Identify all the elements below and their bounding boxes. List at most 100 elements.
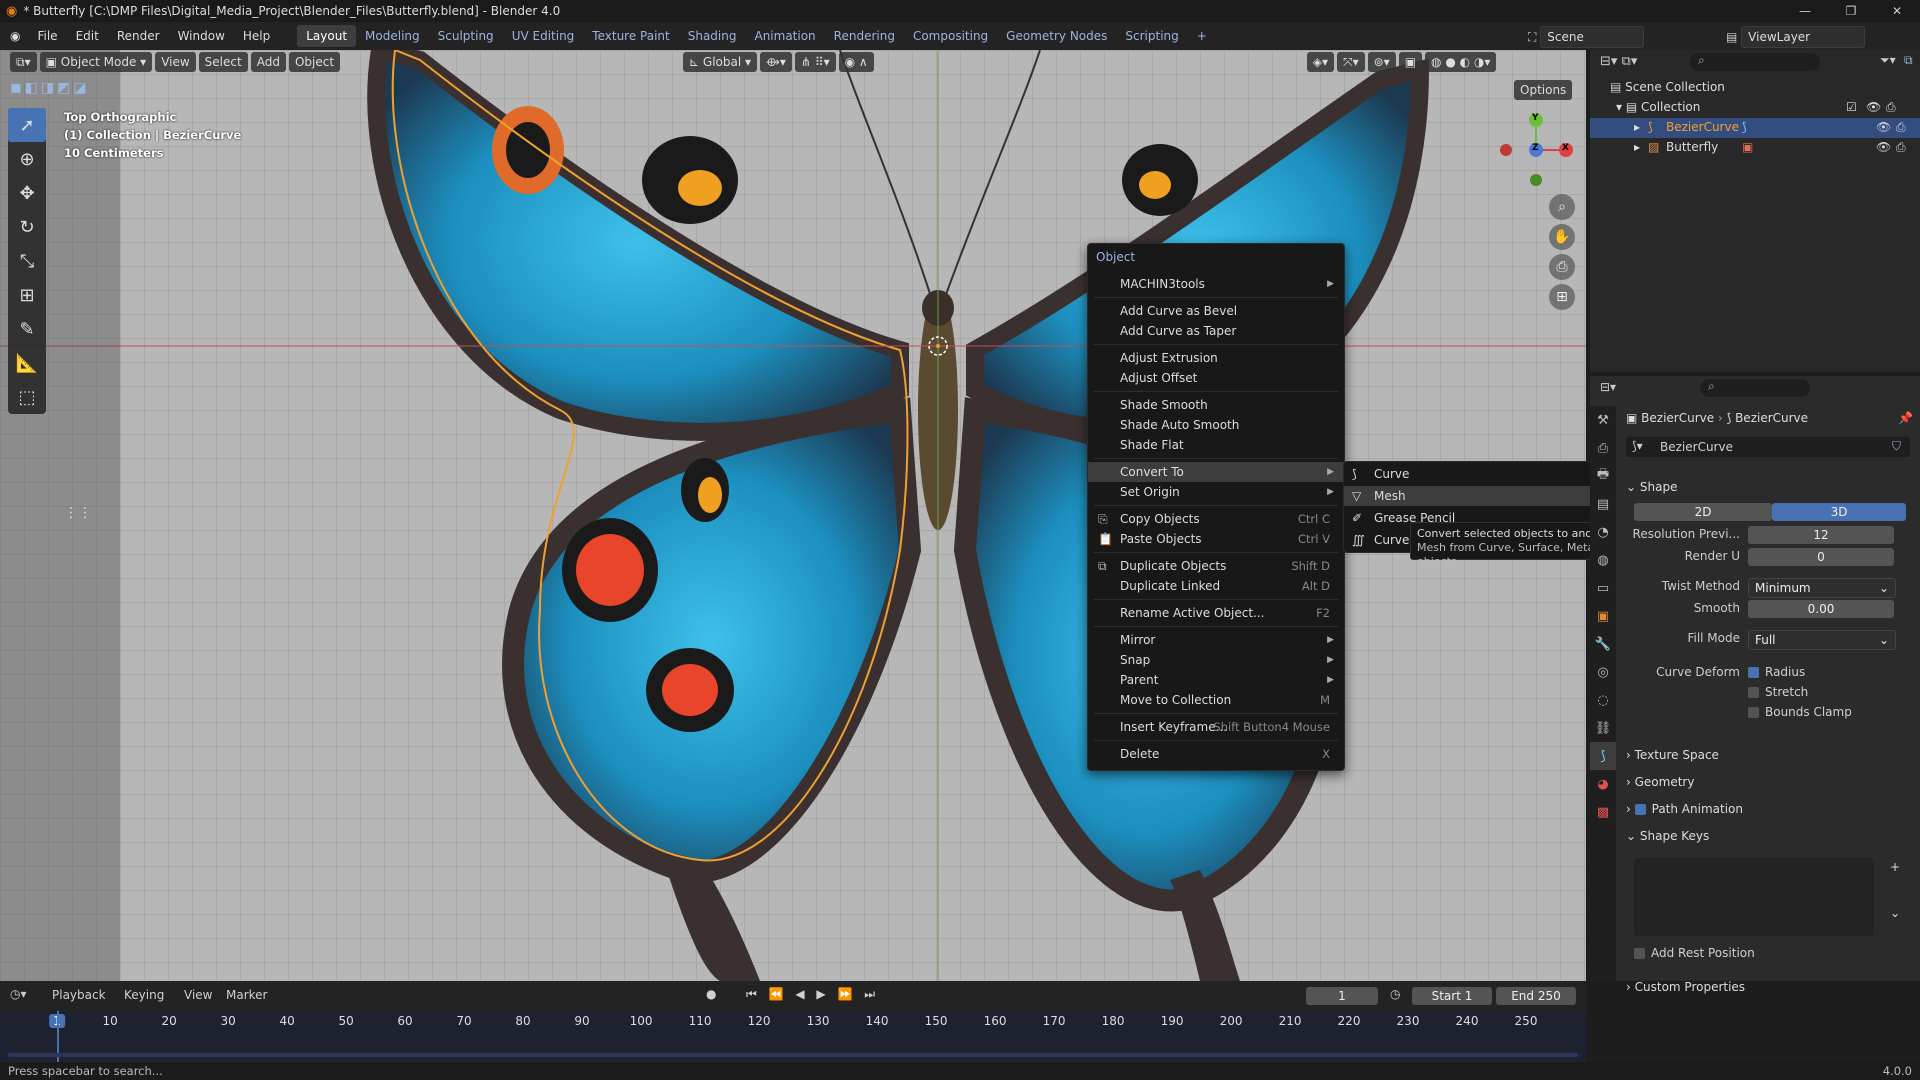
menu-item-add-curve-taper[interactable]: Add Curve as Taper — [1088, 321, 1344, 341]
outliner-row-beziercurve[interactable]: ▸ ⟆ BezierCurve ⟆ 👁 ⎙ — [1590, 118, 1920, 138]
render-tab-icon[interactable]: ⎙ — [1590, 434, 1616, 462]
menu-item-mirror[interactable]: Mirror ▶ — [1088, 630, 1344, 650]
timeline-editor-icon[interactable]: ◷▾ — [10, 987, 27, 1001]
stretch-checkbox[interactable]: Stretch — [1748, 685, 1808, 699]
menu-help[interactable]: Help — [234, 22, 279, 50]
blender-menu-icon[interactable]: ◉ — [10, 29, 20, 43]
move-tool[interactable]: ✥ — [8, 176, 46, 210]
view-layer-tab-icon[interactable]: ▤ — [1590, 490, 1616, 518]
tab-rendering[interactable]: Rendering — [825, 25, 904, 47]
menu-file[interactable]: File — [28, 22, 66, 50]
snap-toggle[interactable]: ⋔ ⠿▾ — [794, 52, 836, 72]
sidebar-toggle-icon[interactable]: ⋮⋮ — [64, 505, 92, 521]
menu-item-delete[interactable]: Delete X — [1088, 744, 1344, 764]
current-frame-field[interactable]: 1 — [1306, 987, 1378, 1005]
smooth-field[interactable]: 0.00 — [1748, 600, 1894, 618]
menu-select[interactable]: Select — [198, 52, 248, 72]
checkbox-checked-icon[interactable] — [1634, 804, 1646, 815]
xray-toggle[interactable]: ▣ — [1398, 52, 1423, 72]
timeline-scrollbar[interactable] — [8, 1053, 1578, 1057]
menu-add[interactable]: Add — [250, 52, 286, 72]
select-new-icon[interactable]: ◼◧◨◩◪ — [10, 80, 90, 96]
output-tab-icon[interactable]: 🖶 — [1590, 462, 1616, 490]
timeline-area[interactable]: 1102030405060708090100110120130140150160… — [0, 1011, 1586, 1062]
menu-render[interactable]: Render — [108, 22, 169, 50]
menu-item-snap[interactable]: Snap ▶ — [1088, 650, 1344, 670]
add-workspace-button[interactable]: + — [1188, 25, 1216, 47]
transform-tool[interactable]: ⊞ — [8, 278, 46, 312]
camera-restrict-icon[interactable]: ⎙ — [1896, 120, 1906, 135]
path-animation-panel-header[interactable]: › Path Animation — [1626, 802, 1743, 816]
menu-item-machin3tools[interactable]: MACHIN3tools ▶ — [1088, 274, 1344, 294]
menu-object[interactable]: Object — [288, 52, 341, 72]
menu-item-shade-smooth[interactable]: Shade Smooth — [1088, 395, 1344, 415]
eye-icon[interactable]: 👁 — [1876, 120, 1891, 134]
camera-restrict-icon[interactable]: ⎙ — [1896, 140, 1906, 155]
curve-datablock-selector[interactable]: ⟆▾ BezierCurve ⛉ — [1626, 437, 1910, 457]
editor-type-button[interactable]: ⧉▾ — [10, 52, 37, 72]
properties-editor-icon[interactable]: ⊟▾ — [1600, 380, 1616, 394]
menu-view[interactable]: View — [155, 52, 196, 72]
menu-item-duplicate-objects[interactable]: ⧉ Duplicate Objects Shift D — [1088, 556, 1344, 576]
playback-menu[interactable]: Playback — [52, 988, 106, 1002]
outliner-search-field[interactable]: ⌕ — [1690, 53, 1820, 71]
minimize-button[interactable]: — — [1782, 0, 1828, 22]
end-frame-field[interactable]: End 250 — [1496, 987, 1576, 1005]
constraints-tab-icon[interactable]: ⛓ — [1590, 714, 1616, 742]
keying-menu[interactable]: Keying — [124, 988, 164, 1002]
proportional-edit-toggle[interactable]: ◉ ∧ — [838, 52, 874, 72]
scene-collection-row[interactable]: ▤ Scene Collection — [1610, 80, 1725, 94]
tab-shading[interactable]: Shading — [679, 25, 746, 47]
texture-space-panel-header[interactable]: › Texture Space — [1626, 748, 1719, 762]
fill-mode-dropdown[interactable]: Full ⌄ — [1748, 630, 1896, 650]
marker-menu[interactable]: Marker — [226, 988, 267, 1002]
gizmo-toggle[interactable]: ⤧▾ — [1336, 52, 1365, 72]
material-tab-icon[interactable]: ◕ — [1590, 770, 1616, 798]
maximize-button[interactable]: ❐ — [1828, 0, 1874, 22]
radius-checkbox[interactable]: Radius — [1748, 665, 1805, 679]
shading-modes[interactable]: ◍ ● ◐ ◑▾ — [1425, 52, 1497, 72]
menu-item-set-origin[interactable]: Set Origin ▶ — [1088, 482, 1344, 502]
tab-layout[interactable]: Layout — [297, 25, 357, 47]
menu-item-shade-auto-smooth[interactable]: Shade Auto Smooth — [1088, 415, 1344, 435]
menu-window[interactable]: Window — [169, 22, 234, 50]
tool-tab-icon[interactable]: ⚒ — [1590, 406, 1616, 434]
exclude-checkbox[interactable]: ☑ — [1846, 100, 1857, 114]
scale-tool[interactable]: ⤡ — [8, 244, 46, 278]
pin-icon[interactable]: 📌 — [1898, 411, 1913, 425]
tab-uv-editing[interactable]: UV Editing — [503, 25, 584, 47]
camera-restrict-icon[interactable]: ⎙ — [1886, 100, 1896, 115]
playback-controls[interactable]: ⏮ ⏪ ◀ ▶ ⏩ ⏭ — [746, 987, 879, 1002]
overlay-toggle[interactable]: ⊚▾ — [1367, 52, 1396, 72]
outliner-editor-icon[interactable]: ⊟▾ ⧉▾ — [1600, 54, 1637, 69]
select-box-tool[interactable]: ➚ — [8, 108, 46, 142]
zoom-button[interactable]: ⌕ — [1549, 194, 1575, 220]
record-button[interactable]: ● — [706, 987, 716, 1001]
convert-curve-item[interactable]: ⟆ Curve — [1344, 464, 1591, 484]
menu-item-adjust-extrusion[interactable]: Adjust Extrusion — [1088, 348, 1344, 368]
collection-row[interactable]: ▾ ▤ Collection ☑ 👁 ⎙ — [1616, 100, 1920, 114]
add-rest-position-checkbox[interactable]: Add Rest Position — [1634, 946, 1755, 960]
scene-selector[interactable]: ⛶ Scene — [1528, 26, 1645, 48]
menu-item-rename[interactable]: Rename Active Object... F2 — [1088, 603, 1344, 623]
ortho-toggle-button[interactable]: ⊞ — [1549, 284, 1575, 310]
menu-item-move-to-collection[interactable]: Move to Collection M — [1088, 690, 1344, 710]
physics-tab-icon[interactable]: ◌ — [1590, 686, 1616, 714]
custom-properties-panel-header[interactable]: › Custom Properties — [1626, 980, 1745, 994]
orientation-dropdown[interactable]: ⊾ Global ▾ — [683, 52, 758, 72]
render-u-field[interactable]: 0 — [1748, 548, 1894, 566]
options-button[interactable]: Options — [1514, 80, 1573, 100]
menu-item-add-curve-bevel[interactable]: Add Curve as Bevel — [1088, 301, 1344, 321]
scene-name[interactable]: Scene — [1540, 26, 1645, 48]
shape-keys-list[interactable] — [1634, 858, 1874, 936]
add-cube-tool[interactable]: ⬚ — [8, 380, 46, 414]
tab-geometry-nodes[interactable]: Geometry Nodes — [997, 25, 1116, 47]
menu-item-adjust-offset[interactable]: Adjust Offset — [1088, 368, 1344, 388]
dimension-2d-toggle[interactable]: 2D — [1634, 503, 1772, 521]
rotate-tool[interactable]: ↻ — [8, 210, 46, 244]
eye-icon[interactable]: 👁 — [1866, 100, 1881, 114]
visibility-dropdown[interactable]: ◈▾ — [1306, 52, 1334, 72]
close-button[interactable]: ✕ — [1874, 0, 1920, 22]
tab-scripting[interactable]: Scripting — [1116, 25, 1187, 47]
tab-modeling[interactable]: Modeling — [356, 25, 429, 47]
